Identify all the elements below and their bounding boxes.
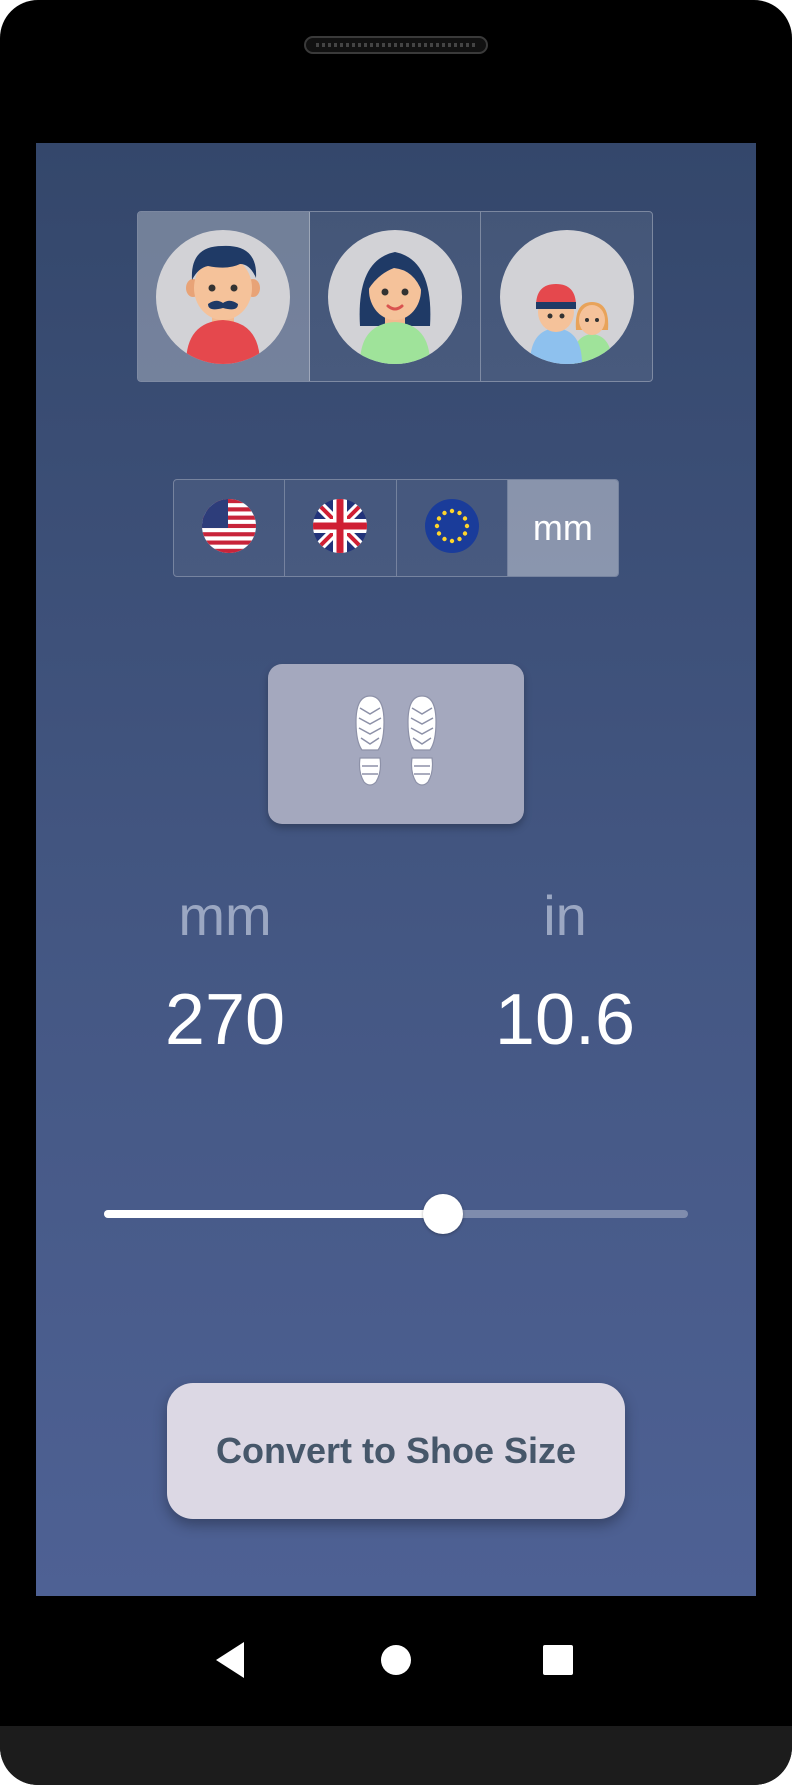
earpiece-speaker: [304, 36, 488, 54]
recents-button[interactable]: [528, 1632, 588, 1692]
uk-flag-icon: [313, 498, 368, 558]
right-unit-label: in: [543, 884, 587, 947]
left-unit-label: mm: [178, 884, 272, 947]
size-slider[interactable]: [104, 1194, 688, 1234]
home-circle-icon: [379, 1643, 413, 1682]
back-triangle-icon: [212, 1640, 248, 1685]
gender-option-woman[interactable]: [309, 212, 482, 381]
navigation-bar: [0, 1596, 792, 1726]
unit-option-us[interactable]: [174, 480, 286, 576]
app-screen: mm mm 270 in 10.6 Convert to Shoe Size: [36, 143, 756, 1596]
right-measurement-value: 10.6: [494, 980, 636, 1060]
convert-button[interactable]: Convert to Shoe Size: [167, 1383, 625, 1519]
unit-option-eu[interactable]: [396, 480, 508, 576]
unit-option-mm[interactable]: mm: [507, 480, 618, 576]
unit-mm-label: mm: [532, 507, 593, 548]
size-system-selector: mm: [173, 479, 619, 577]
us-flag-icon: [202, 498, 257, 558]
woman-avatar-icon: [328, 229, 462, 364]
unit-option-uk[interactable]: [285, 480, 397, 576]
footprints-icon: [346, 692, 446, 797]
gender-option-man[interactable]: [138, 212, 310, 381]
home-button[interactable]: [366, 1632, 426, 1692]
back-button[interactable]: [200, 1632, 260, 1692]
slider-fill: [104, 1210, 443, 1218]
phone-frame: mm mm 270 in 10.6 Convert to Shoe Size: [0, 0, 792, 1785]
recents-square-icon: [542, 1644, 574, 1681]
eu-flag-icon: [424, 498, 479, 558]
slider-thumb[interactable]: [422, 1194, 463, 1234]
gender-selector: [137, 211, 653, 382]
foot-measure-button[interactable]: [268, 664, 524, 824]
kids-avatar-icon: [499, 229, 634, 364]
man-avatar-icon: [156, 229, 291, 364]
phone-chin: [0, 1726, 792, 1785]
left-measurement-value: 270: [164, 980, 286, 1060]
gender-option-kids[interactable]: [481, 212, 652, 381]
